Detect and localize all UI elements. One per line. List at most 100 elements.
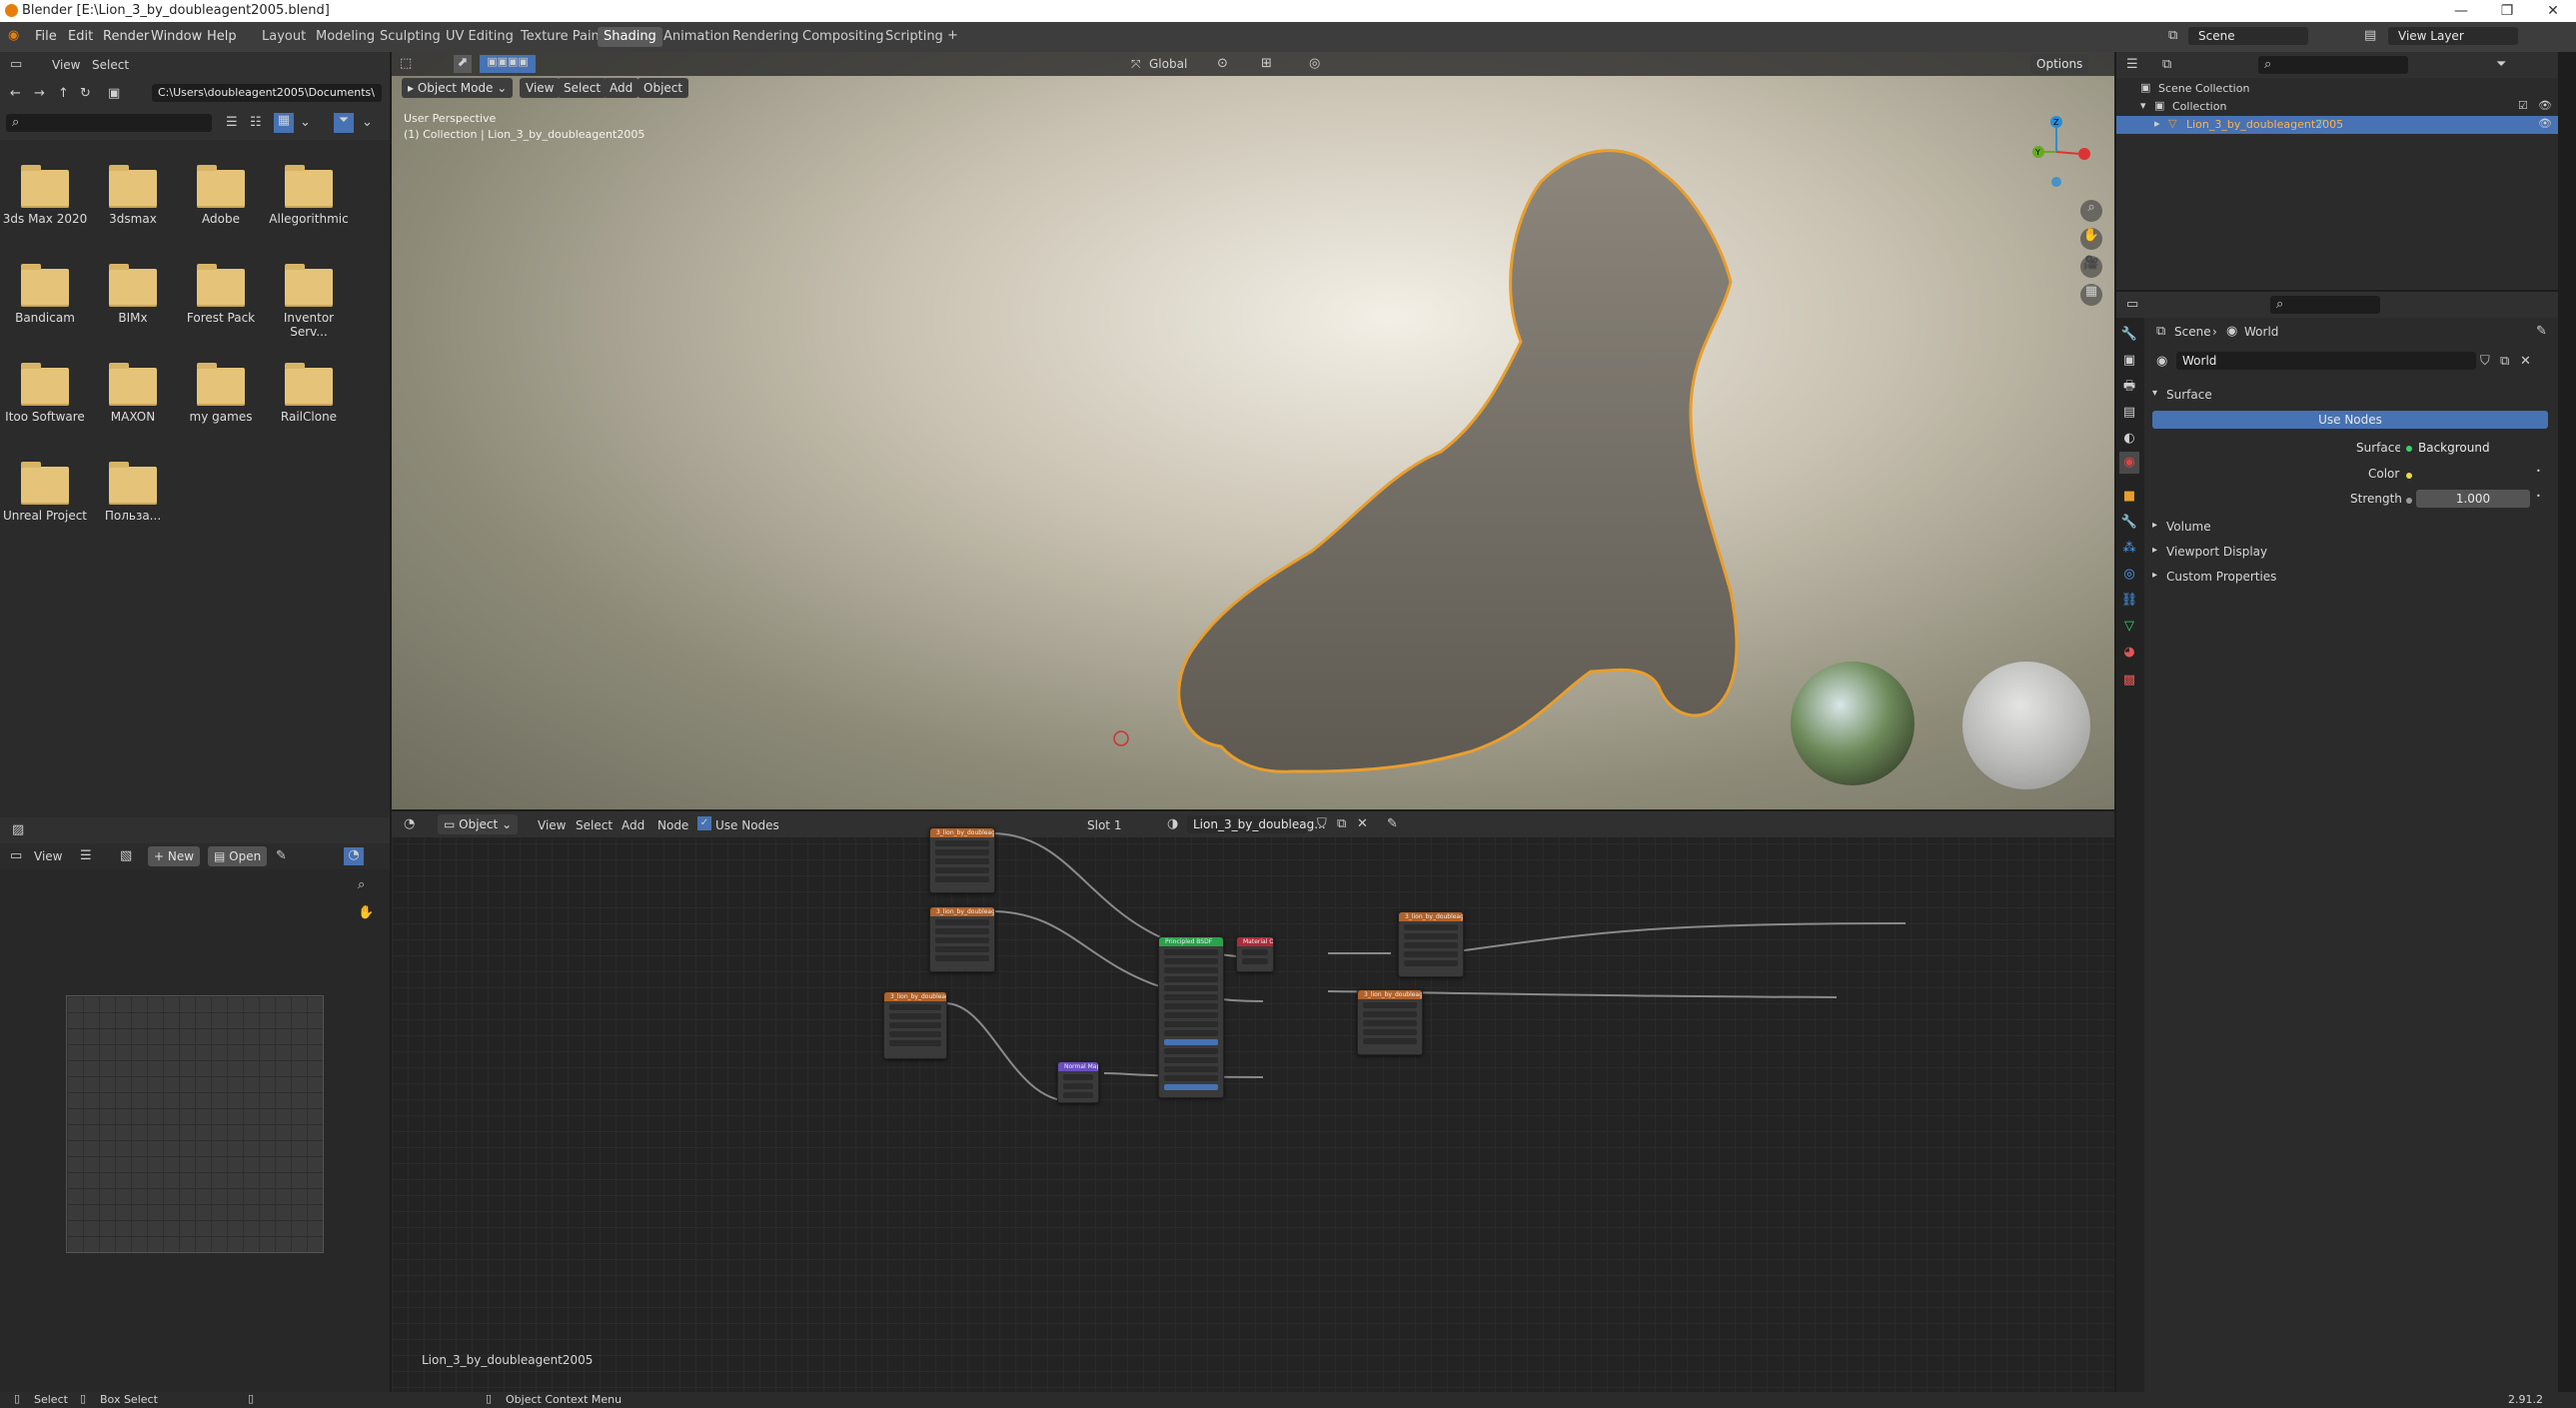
principled-bsdf-node[interactable]: Principled BSDF	[1158, 936, 1224, 1098]
tab-animation[interactable]: Animation	[657, 27, 735, 47]
menu-select[interactable]: Select	[92, 58, 129, 72]
strength-field[interactable]: 1.000	[2416, 490, 2530, 508]
new-folder-icon[interactable]: ▣	[108, 86, 120, 101]
menu-window[interactable]: Window	[151, 29, 202, 44]
view-mode-icon[interactable]: ▭	[10, 848, 22, 863]
color-field[interactable]	[2416, 465, 2530, 483]
zoom-icon[interactable]: ⌕	[2080, 200, 2102, 222]
eye-icon[interactable]: 👁	[2538, 99, 2552, 112]
render-tab-icon[interactable]: ▣	[2119, 350, 2139, 372]
shader-node-editor[interactable]: ◔ ▭ Object ⌄ View Select Add Node ✓ Use …	[392, 811, 2114, 1392]
new-image-button[interactable]: + New	[148, 846, 201, 866]
forward-icon[interactable]: →	[34, 86, 45, 101]
constraints-tab-icon[interactable]: ⛓	[2119, 590, 2139, 612]
scene-selector[interactable]: Scene	[2188, 27, 2308, 45]
folder-item[interactable]: 3dsmax	[89, 165, 177, 226]
menu-view[interactable]: View	[34, 849, 62, 863]
keyframe-icon[interactable]: •	[2536, 467, 2541, 476]
tool-tab-icon[interactable]: 🔧	[2119, 324, 2139, 346]
world-browse-icon[interactable]: ◉	[2156, 354, 2167, 369]
image-browse-icon[interactable]: ▧	[120, 848, 132, 863]
strength-socket-icon[interactable]	[2406, 498, 2412, 504]
tab-shading[interactable]: Shading	[598, 27, 662, 47]
folder-item[interactable]: BIMx	[89, 264, 177, 325]
volume-panel-header[interactable]: Volume	[2166, 520, 2211, 534]
zoom-icon[interactable]: ⌕	[358, 877, 365, 892]
outliner-search[interactable]: ⌕	[2258, 56, 2408, 74]
image-texture-node[interactable]: 3_lion_by_doubleagent2005_Specular.png	[1398, 911, 1464, 977]
path-field[interactable]: C:\Users\doubleagent2005\Documents\	[152, 84, 382, 102]
duplicate-icon[interactable]: ⧉	[2500, 354, 2509, 369]
custom-properties-panel-header[interactable]: Custom Properties	[2166, 570, 2276, 584]
surface-panel-header[interactable]: Surface	[2166, 388, 2212, 402]
blender-menu-icon[interactable]: ◉	[8, 28, 19, 43]
3d-cursor-icon[interactable]	[1113, 730, 1129, 746]
tab-rendering[interactable]: Rendering	[726, 27, 804, 47]
expand-icon[interactable]: ▸	[2152, 520, 2157, 531]
collapse-icon[interactable]: ▾	[2152, 388, 2157, 399]
tab-modeling[interactable]: Modeling	[310, 27, 381, 47]
folder-item[interactable]: Allegorithmic	[265, 165, 353, 226]
camera-icon[interactable]: 🎥	[2080, 256, 2102, 278]
folder-item[interactable]: Unreal Project	[1, 462, 89, 523]
physics-tab-icon[interactable]: ◎	[2119, 564, 2139, 586]
surface-shader-field[interactable]: Background	[2400, 439, 2530, 457]
output-tab-icon[interactable]: 🖶	[2119, 376, 2139, 398]
world-name-field[interactable]: World	[2176, 352, 2476, 370]
tab-texture-paint[interactable]: Texture Paint	[515, 27, 611, 47]
image-texture-node[interactable]: 3_lion_by_doubleagent2005_Metallic.png	[1357, 989, 1423, 1055]
refresh-icon[interactable]: ↻	[80, 86, 91, 101]
back-icon[interactable]: ←	[10, 86, 21, 101]
pan-hand-icon[interactable]: ✋	[358, 905, 374, 920]
navigation-gizmo[interactable]: Z Y	[2010, 112, 2110, 212]
folder-item[interactable]: RailClone	[265, 363, 353, 424]
tab-compositing[interactable]: Compositing	[796, 27, 890, 47]
display-list-icon[interactable]: ☰	[226, 115, 238, 130]
normal-map-node[interactable]: Normal Map	[1057, 1061, 1099, 1103]
outliner-row-selected[interactable]: ▸ ▽ Lion_3_by_doubleagent2005 ▽ 👁	[2116, 116, 2558, 134]
view-layer-tab-icon[interactable]: ▤	[2119, 402, 2139, 424]
particles-tab-icon[interactable]: ⁂	[2119, 538, 2139, 560]
viewport-3d[interactable]: ⬚ ⬈ ▣▣▣▣ ⤧ Global ⊙ ⊞ ◎ Options ▸ Object…	[392, 52, 2114, 809]
image-texture-node[interactable]: 3_lion_by_doubleag_Normal_Blender.png	[883, 991, 947, 1059]
modifier-tab-icon[interactable]: 🔧	[2119, 512, 2139, 534]
world-tab-icon[interactable]: ◉	[2119, 452, 2139, 474]
parent-dir-icon[interactable]: ↑	[58, 86, 69, 101]
filter-dropdown-icon[interactable]: ⌄	[362, 115, 373, 130]
filter-icon[interactable]: ⏷	[334, 113, 354, 133]
folder-item[interactable]: Itoo Software	[1, 363, 89, 424]
editor-type-icon[interactable]: ☰	[2126, 57, 2138, 72]
color-socket-icon[interactable]	[2406, 473, 2412, 479]
outliner-row[interactable]: ▾ ▣ Collection ☑ 👁	[2116, 98, 2558, 116]
open-image-button[interactable]: ▤ Open	[208, 846, 268, 866]
folder-item[interactable]: MAXON	[89, 363, 177, 424]
texture-tab-icon[interactable]: ▩	[2119, 670, 2139, 692]
menu-render[interactable]: Render	[103, 29, 149, 44]
pin-icon[interactable]: ✎	[2536, 324, 2547, 339]
expand-icon[interactable]: ▾	[2140, 99, 2146, 112]
editor-type-icon[interactable]: ▨	[12, 822, 24, 837]
search-field[interactable]: ⌕	[6, 114, 212, 132]
object-tab-icon[interactable]: ■	[2119, 486, 2139, 508]
menu-file[interactable]: File	[35, 29, 57, 44]
folder-item[interactable]: 3ds Max 2020	[1, 165, 89, 226]
image-texture-node[interactable]: 3_lion_by_doubleagent2005_BaseColor	[929, 827, 995, 893]
menu-help[interactable]: Help	[207, 29, 237, 44]
eye-icon[interactable]: 👁	[2538, 117, 2552, 130]
folder-item[interactable]: Польза...	[89, 462, 177, 523]
maximize-button[interactable]: ❐	[2484, 0, 2530, 22]
tab-uv-editing[interactable]: UV Editing	[440, 27, 520, 47]
editor-type-icon[interactable]: ▭	[10, 57, 22, 72]
close-button[interactable]: ✕	[2530, 0, 2576, 22]
display-columns-icon[interactable]: ☷	[250, 115, 262, 130]
sort-dropdown-icon[interactable]: ⌄	[300, 115, 311, 130]
expand-icon[interactable]: ▸	[2152, 545, 2157, 556]
grid-toggle-icon[interactable]: ▦	[2080, 284, 2102, 306]
folder-item[interactable]: Forest Pack	[177, 264, 265, 325]
keyframe-icon[interactable]: •	[2536, 492, 2541, 501]
image-texture-node[interactable]: 3_lion_by_doubleagent2005_Roughness	[929, 906, 995, 972]
material-output-node[interactable]: Material Output	[1236, 936, 1274, 972]
fake-user-icon[interactable]: ⛉	[2480, 354, 2490, 369]
properties-search[interactable]: ⌕	[2270, 296, 2380, 314]
tab-sculpting[interactable]: Sculpting	[374, 27, 447, 47]
